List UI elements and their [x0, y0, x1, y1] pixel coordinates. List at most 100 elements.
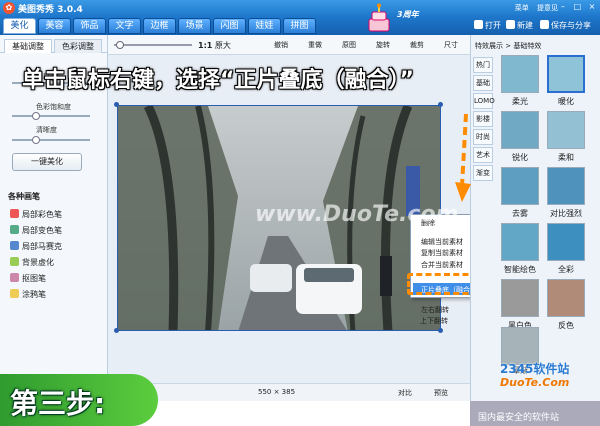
- watermark-text: www.DuoTe.com: [255, 202, 459, 227]
- brush-cutout[interactable]: 抠图笔: [10, 273, 46, 284]
- tab-face[interactable]: 美容: [38, 18, 71, 34]
- tab-text[interactable]: 文字: [108, 18, 141, 34]
- brush-blur-bg[interactable]: 背景虚化: [10, 257, 54, 268]
- save-share-button[interactable]: 保存与分享: [540, 20, 591, 31]
- zoom-readout: 1:1 原大: [198, 41, 231, 50]
- new-icon: [506, 20, 515, 29]
- subtab-basic[interactable]: 基础调整: [4, 39, 52, 53]
- resize-handle[interactable]: [438, 328, 443, 333]
- effect-thumb[interactable]: [547, 279, 585, 317]
- left-subtabs: 基础调整 色彩调整: [0, 39, 108, 53]
- tab-decor[interactable]: 饰品: [73, 18, 106, 34]
- title-bar: ✿ 美图秀秀 3.0.4 菜单 提意见 – □ ×: [0, 0, 600, 16]
- brushes-title: 各种画笔: [8, 192, 40, 201]
- menu-item-edit[interactable]: 编辑当前素材: [421, 237, 463, 247]
- sharpness-label: 清晰度: [36, 126, 57, 134]
- mosaic-icon: [10, 241, 19, 250]
- saturation-knob[interactable]: [32, 112, 40, 120]
- tab-scene[interactable]: 场景: [178, 18, 211, 34]
- sharpness-knob[interactable]: [32, 136, 40, 144]
- brush-doodle[interactable]: 涂鸦笔: [10, 289, 46, 300]
- image-size-readout: 550 × 385: [258, 388, 296, 396]
- preview-button[interactable]: 预览: [434, 388, 448, 398]
- side-tab-lomo[interactable]: LOMO: [473, 93, 495, 109]
- effect-thumb[interactable]: [501, 111, 539, 149]
- right-panel: 特效展示 > 基础特效 热门 基础 LOMO 影楼 时尚 艺术 渐变 柔光 暖化…: [470, 35, 600, 401]
- effect-label: 智能绘色: [504, 265, 536, 274]
- effect-label: 对比强烈: [550, 209, 582, 218]
- menu-item-merge[interactable]: 合并当前素材: [421, 260, 463, 270]
- maximize-button[interactable]: □: [571, 2, 583, 11]
- blur-icon: [10, 257, 19, 266]
- site-tagline: 国内最安全的软件站: [478, 413, 560, 423]
- rotate-button[interactable]: 旋转: [376, 40, 390, 50]
- tab-doll[interactable]: 娃娃: [248, 18, 281, 34]
- tint-brush-icon: [10, 225, 19, 234]
- menu-item-copy[interactable]: 复制当前素材: [421, 248, 463, 258]
- side-tab-art[interactable]: 艺术: [473, 147, 493, 163]
- menu-item-flip-v[interactable]: 上下翻转: [420, 316, 448, 326]
- effect-label: 柔光: [512, 97, 528, 106]
- step-badge: 第三步:: [0, 374, 158, 426]
- resize-handle[interactable]: [114, 328, 119, 333]
- tab-frame[interactable]: 边框: [143, 18, 176, 34]
- redo-button[interactable]: 重做: [308, 40, 322, 50]
- cutout-icon: [10, 273, 19, 282]
- sharpness-slider[interactable]: [12, 136, 90, 144]
- effect-thumb[interactable]: [547, 223, 585, 261]
- feedback-link[interactable]: 提意见: [537, 4, 558, 12]
- menu-item-flip-h[interactable]: 左右翻转: [421, 305, 449, 315]
- side-tab-gradient[interactable]: 渐变: [473, 165, 493, 181]
- side-tab-studio[interactable]: 影楼: [473, 111, 493, 127]
- site-name: 2345软件站: [500, 362, 570, 376]
- effect-thumb[interactable]: [501, 279, 539, 317]
- close-button[interactable]: ×: [586, 2, 598, 11]
- brush-mosaic[interactable]: 局部马赛克: [10, 241, 62, 252]
- step-label: 第三步:: [10, 387, 106, 420]
- effect-label: 暖化: [558, 97, 574, 106]
- tab-collage[interactable]: 拼图: [283, 18, 316, 34]
- doodle-icon: [10, 289, 19, 298]
- canvas-toolbar: 1:1 原大 撤销 重做 原图 旋转 裁剪 尺寸: [108, 35, 470, 55]
- crop-button[interactable]: 裁剪: [410, 40, 424, 50]
- brush-local-tint[interactable]: 局部变色笔: [10, 225, 62, 236]
- app-title: 美图秀秀 3.0.4: [18, 5, 83, 15]
- zoom-knob[interactable]: [116, 41, 124, 49]
- side-tab-hot[interactable]: 热门: [473, 57, 493, 73]
- effects-breadcrumb: 特效展示 > 基础特效: [475, 42, 542, 50]
- effect-thumb[interactable]: [547, 55, 585, 93]
- zoom-slider[interactable]: [114, 41, 192, 49]
- compare-button[interactable]: 对比: [398, 388, 412, 398]
- saturation-slider[interactable]: [12, 112, 90, 120]
- tab-flash[interactable]: 闪图: [213, 18, 246, 34]
- effect-thumb[interactable]: [501, 55, 539, 93]
- effect-thumb[interactable]: [501, 223, 539, 261]
- effect-thumb[interactable]: [547, 167, 585, 205]
- one-key-beautify-button[interactable]: 一键美化: [12, 153, 82, 171]
- anniversary-label: 3周年: [397, 10, 419, 19]
- effect-thumb[interactable]: [547, 111, 585, 149]
- menu-link[interactable]: 菜单: [515, 4, 529, 12]
- brush-local-color[interactable]: 局部彩色笔: [10, 209, 62, 220]
- window-controls: – □ ×: [557, 2, 598, 11]
- effect-thumb[interactable]: [501, 167, 539, 205]
- site-domain: DuoTe.Com: [500, 376, 570, 389]
- instruction-caption: 单击鼠标右键，选择“正片叠底（融合）”: [22, 68, 414, 93]
- new-button[interactable]: 新建: [506, 20, 533, 31]
- undo-button[interactable]: 撤销: [274, 40, 288, 50]
- minimize-button[interactable]: –: [557, 2, 569, 11]
- side-tab-basic[interactable]: 基础: [473, 75, 493, 91]
- open-button[interactable]: 打开: [474, 20, 501, 31]
- subtab-color[interactable]: 色彩调整: [54, 39, 102, 53]
- effect-label: 反色: [558, 321, 574, 330]
- side-tab-fashion[interactable]: 时尚: [473, 129, 493, 145]
- tab-beautify[interactable]: 美化: [3, 18, 36, 34]
- original-button[interactable]: 原图: [342, 40, 356, 50]
- color-brush-icon: [10, 209, 19, 218]
- resize-handle[interactable]: [438, 102, 443, 107]
- resize-button[interactable]: 尺寸: [444, 40, 458, 50]
- status-bar: 550 × 385 对比 预览: [108, 383, 470, 401]
- effect-label: 去雾: [512, 209, 528, 218]
- app-logo-icon: ✿: [3, 2, 15, 14]
- resize-handle[interactable]: [114, 102, 119, 107]
